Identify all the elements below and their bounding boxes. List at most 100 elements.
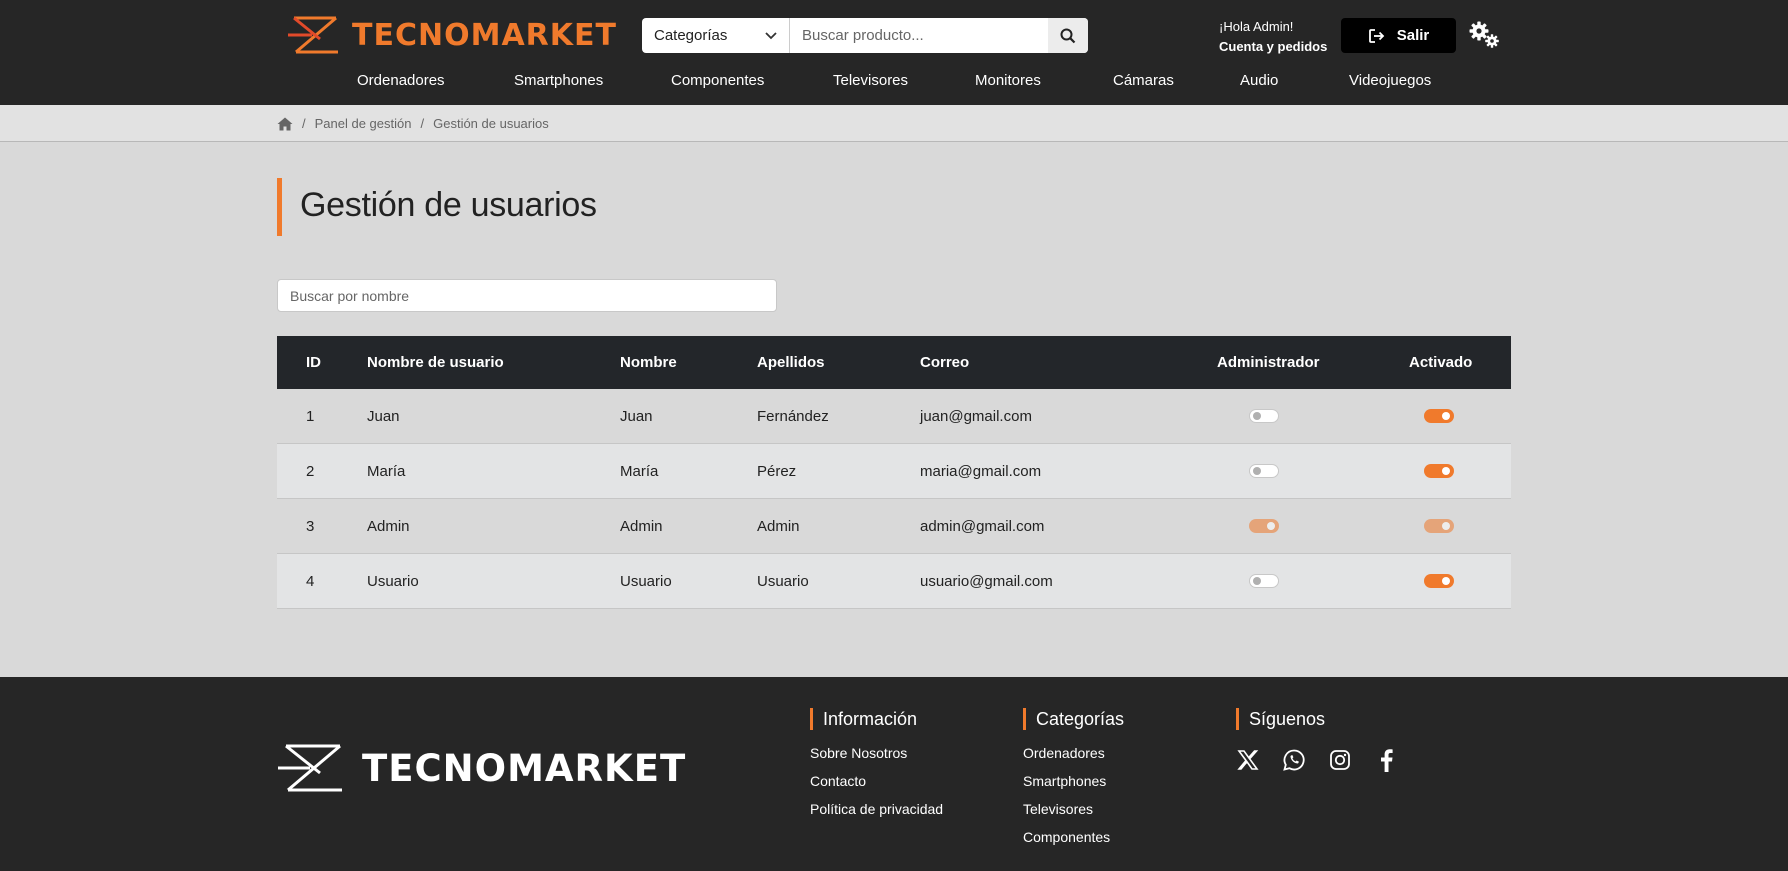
nav-item-componentes[interactable]: Componentes (671, 72, 764, 89)
table-header: ID Nombre de usuario Nombre Apellidos Co… (277, 336, 1511, 389)
toggle-knob (1253, 412, 1261, 420)
footer-link-privacidad[interactable]: Política de privacidad (810, 799, 943, 827)
footer-link-contacto[interactable]: Contacto (810, 771, 943, 799)
site-footer: TECNOMARKET Información Sobre Nosotros C… (0, 677, 1788, 871)
breadcrumb: / Panel de gestión / Gestión de usuarios (277, 116, 549, 131)
site-logo[interactable]: TECNOMARKET (288, 14, 617, 56)
active-toggle[interactable] (1424, 409, 1454, 423)
admin-toggle[interactable] (1249, 464, 1279, 478)
logo-icon (288, 16, 338, 54)
footer-info-title: Información (823, 708, 918, 729)
name-filter-input[interactable] (277, 279, 777, 312)
logout-icon (1368, 28, 1385, 43)
nav-item-monitores[interactable]: Monitores (975, 72, 1041, 89)
toggle-knob (1267, 522, 1275, 530)
active-toggle (1424, 519, 1454, 533)
toggle-knob (1253, 467, 1261, 475)
cell-id: 4 (306, 573, 315, 590)
category-select[interactable]: Categorías (642, 18, 790, 53)
nav-item-ordenadores[interactable]: Ordenadores (357, 72, 445, 89)
table-row: 3 Admin Admin Admin admin@gmail.com (277, 499, 1511, 554)
product-search-bar: Categorías (642, 18, 1088, 53)
cell-username: María (367, 463, 406, 480)
cell-surname: Fernández (757, 408, 829, 425)
footer-categories-title: Categorías (1036, 708, 1125, 729)
cell-surname: Admin (757, 518, 800, 535)
footer-link-componentes[interactable]: Componentes (1023, 827, 1124, 855)
header-id: ID (306, 354, 321, 371)
table-row: 4 Usuario Usuario Usuario usuario@gmail.com (277, 554, 1511, 609)
active-toggle[interactable] (1424, 464, 1454, 478)
toggle-knob (1442, 412, 1450, 420)
cell-email: admin@gmail.com (920, 518, 1045, 535)
footer-link-televisores[interactable]: Televisores (1023, 799, 1124, 827)
nav-item-camaras[interactable]: Cámaras (1113, 72, 1174, 89)
whatsapp-icon[interactable] (1282, 748, 1306, 772)
toggle-knob (1253, 577, 1261, 585)
settings-gears-icon[interactable] (1468, 20, 1502, 50)
users-table: ID Nombre de usuario Nombre Apellidos Co… (277, 336, 1511, 609)
footer-logo-icon (278, 744, 342, 792)
nav-item-videojuegos[interactable]: Videojuegos (1349, 72, 1431, 89)
nav-item-audio[interactable]: Audio (1240, 72, 1278, 89)
breadcrumb-current: Gestión de usuarios (433, 116, 549, 131)
footer-logo-text: TECNOMARKET (362, 746, 687, 790)
footer-social-column: Síguenos (1236, 708, 1398, 772)
search-button[interactable] (1048, 18, 1088, 53)
breadcrumb-separator: / (302, 116, 306, 131)
chevron-down-icon (765, 31, 777, 39)
footer-categories-column: Categorías Ordenadores Smartphones Telev… (1023, 708, 1124, 855)
site-header: TECNOMARKET Categorías ¡Hola Admin! Cuen… (0, 0, 1788, 105)
cell-email: usuario@gmail.com (920, 573, 1053, 590)
cell-name: Juan (620, 408, 653, 425)
greeting-text: ¡Hola Admin! (1219, 19, 1294, 34)
cell-email: maria@gmail.com (920, 463, 1042, 480)
category-nav: Ordenadores Smartphones Componentes Tele… (0, 72, 1788, 94)
header-admin: Administrador (1217, 354, 1320, 371)
cell-name: Admin (620, 518, 663, 535)
admin-toggle[interactable] (1249, 574, 1279, 588)
cell-id: 1 (306, 408, 315, 425)
footer-link-ordenadores[interactable]: Ordenadores (1023, 743, 1124, 771)
logout-button[interactable]: Salir (1341, 18, 1456, 53)
category-select-label: Categorías (654, 27, 728, 44)
nav-item-televisores[interactable]: Televisores (833, 72, 908, 89)
user-greeting: ¡Hola Admin! Cuenta y pedidos (1219, 17, 1327, 57)
table-body: 1 Juan Juan Fernández juan@gmail.com 2 María Ma… (277, 389, 1511, 609)
cell-name: María (620, 463, 659, 480)
home-icon[interactable] (277, 117, 293, 131)
table-row: 1 Juan Juan Fernández juan@gmail.com (277, 389, 1511, 444)
toggle-knob (1442, 522, 1450, 530)
logout-label: Salir (1396, 27, 1430, 44)
cell-username: Admin (367, 518, 410, 535)
product-search-input[interactable] (790, 18, 1048, 53)
header-surname: Apellidos (757, 354, 825, 371)
breadcrumb-bar: / Panel de gestión / Gestión de usuarios (0, 105, 1788, 142)
search-icon (1060, 28, 1076, 43)
admin-toggle[interactable] (1249, 409, 1279, 423)
cell-name: Usuario (620, 573, 672, 590)
header-active: Activado (1409, 354, 1473, 371)
nav-item-smartphones[interactable]: Smartphones (514, 72, 603, 89)
header-email: Correo (920, 354, 970, 371)
admin-toggle (1249, 519, 1279, 533)
table-row: 2 María María Pérez maria@gmail.com (277, 444, 1511, 499)
x-icon[interactable] (1236, 748, 1260, 772)
breadcrumb-panel-gestion[interactable]: Panel de gestión (315, 116, 412, 131)
instagram-icon[interactable] (1328, 748, 1352, 772)
social-icons (1236, 748, 1398, 772)
facebook-icon[interactable] (1374, 748, 1398, 772)
cell-username: Juan (367, 408, 400, 425)
breadcrumb-separator: / (420, 116, 425, 131)
active-toggle[interactable] (1424, 574, 1454, 588)
footer-social-title: Síguenos (1249, 708, 1326, 729)
footer-link-sobre-nosotros[interactable]: Sobre Nosotros (810, 743, 943, 771)
cell-email: juan@gmail.com (920, 408, 1032, 425)
account-link[interactable]: Cuenta y pedidos (1219, 37, 1327, 57)
footer-info-column: Información Sobre Nosotros Contacto Polí… (810, 708, 943, 827)
footer-logo[interactable]: TECNOMARKET (278, 743, 686, 793)
cell-username: Usuario (367, 573, 419, 590)
footer-link-smartphones[interactable]: Smartphones (1023, 771, 1124, 799)
toggle-knob (1442, 467, 1450, 475)
header-name: Nombre (620, 354, 677, 371)
